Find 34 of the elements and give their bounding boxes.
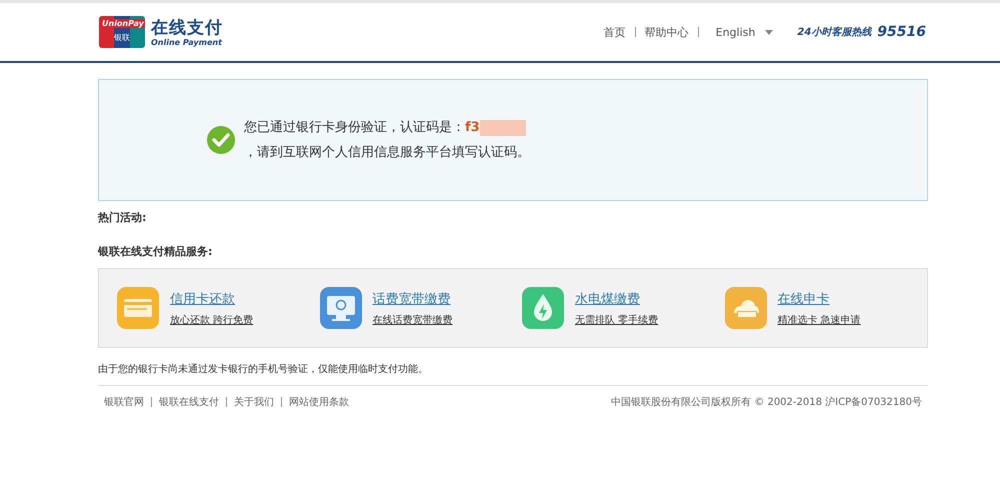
service-link[interactable]: 在线申卡 [778, 290, 861, 308]
footer-link[interactable]: 银联官网 [104, 395, 144, 409]
nav-link[interactable]: 帮助中心 [644, 24, 689, 40]
drop-icon[interactable] [522, 287, 564, 329]
section-title: 银联在线支付精品服务: [98, 245, 214, 259]
service-sublink[interactable]: 放心还款 跨行免费 [170, 312, 254, 326]
hotline-number: 95516 [877, 24, 926, 40]
notice-instruction: ，请到互联网个人信用信息服务平台填写认证码。 [244, 144, 530, 162]
service-link[interactable]: 水电煤缴费 [575, 290, 658, 308]
auth-code: f3 [465, 119, 480, 137]
logo-subtitle: Online Payment [151, 38, 223, 46]
notice-text: 由于您的银行卡尚未通过发卡银行的手机号验证，仅能使用临时支付功能。 [98, 363, 429, 377]
caret-icon [765, 30, 774, 34]
notice-message: 您已通过银行卡身份验证，认证码是： [244, 119, 465, 137]
card-icon[interactable] [117, 287, 159, 329]
section-title: 热门活动: [98, 211, 148, 225]
logo-text: UnionPay [101, 19, 145, 28]
footer-link[interactable]: 银联在线支付 [159, 395, 219, 409]
copyright-text: 中国银联股份有限公司版权所有 © 2002-2018 沪ICP备07032180号 [611, 396, 922, 409]
service-link[interactable]: 话费宽带缴费 [372, 290, 452, 308]
logo-title: 在线支付 [151, 18, 223, 38]
hotline-label: 24小时客服热线 [797, 25, 872, 39]
service-sublink[interactable]: 无需排队 零手续费 [575, 312, 658, 326]
service-link[interactable]: 信用卡还款 [170, 290, 254, 308]
nav-link[interactable]: 首页 [604, 24, 626, 40]
check-icon [207, 126, 235, 154]
footer-link[interactable]: 网站使用条款 [289, 395, 349, 409]
monitor-icon[interactable] [320, 287, 362, 329]
language-dropdown[interactable]: English [708, 26, 782, 38]
footer-link[interactable]: 关于我们 [234, 395, 274, 409]
logo-text: 银联 [114, 32, 130, 43]
service-sublink[interactable]: 精准选卡 急速申请 [778, 312, 861, 326]
cloud-icon[interactable] [724, 287, 766, 329]
service-sublink[interactable]: 在线话费宽带缴费 [372, 312, 452, 326]
